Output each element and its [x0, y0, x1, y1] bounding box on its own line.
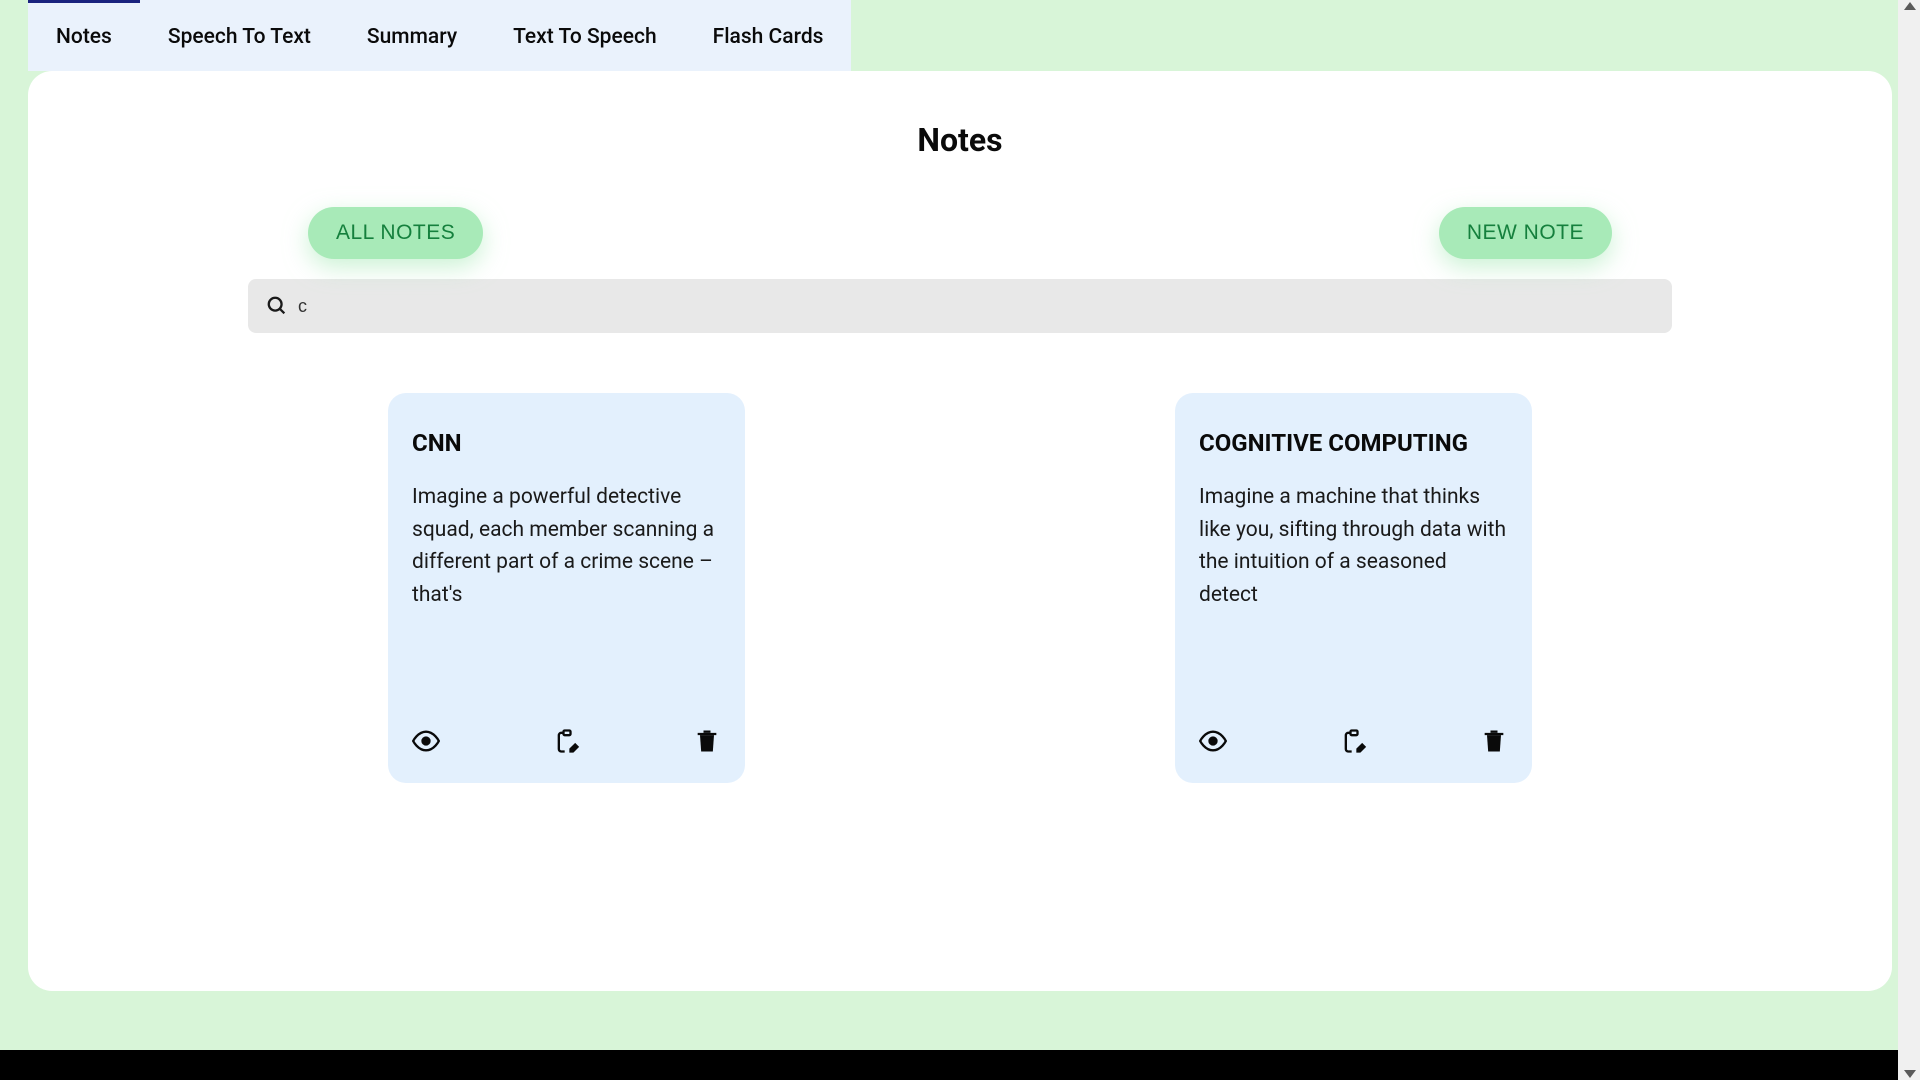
note-card-title: CNN: [412, 429, 721, 457]
search-input[interactable]: [298, 296, 1654, 317]
note-card: CNN Imagine a powerful detective squad, …: [388, 393, 745, 783]
tab-speech-to-text[interactable]: Speech To Text: [140, 0, 339, 71]
tab-notes[interactable]: Notes: [28, 0, 140, 71]
tab-flash-cards[interactable]: Flash Cards: [685, 0, 852, 71]
new-note-button[interactable]: NEW NOTE: [1439, 207, 1612, 259]
trash-icon[interactable]: [693, 727, 721, 755]
button-row: ALL NOTES NEW NOTE: [88, 207, 1832, 259]
note-card-body: Imagine a machine that thinks like you, …: [1199, 481, 1508, 703]
edit-clipboard-icon[interactable]: [553, 727, 581, 755]
scroll-up-icon[interactable]: [1904, 2, 1916, 10]
footer-bar: [0, 1050, 1920, 1080]
search-container[interactable]: [248, 279, 1672, 333]
tab-text-to-speech[interactable]: Text To Speech: [485, 0, 685, 71]
eye-icon[interactable]: [412, 727, 440, 755]
edit-clipboard-icon[interactable]: [1340, 727, 1368, 755]
trash-icon[interactable]: [1480, 727, 1508, 755]
scrollbar-track[interactable]: [1898, 0, 1920, 1080]
card-actions: [412, 727, 721, 755]
note-card-title: COGNITIVE COMPUTING: [1199, 429, 1508, 457]
eye-icon[interactable]: [1199, 727, 1227, 755]
page-title: Notes: [88, 121, 1832, 159]
all-notes-button[interactable]: ALL NOTES: [308, 207, 483, 259]
note-card: COGNITIVE COMPUTING Imagine a machine th…: [1175, 393, 1532, 783]
main-panel: Notes ALL NOTES NEW NOTE CNN Imagine a p…: [28, 71, 1892, 991]
tabs-container: Notes Speech To Text Summary Text To Spe…: [28, 0, 851, 71]
note-card-body: Imagine a powerful detective squad, each…: [412, 481, 721, 703]
scroll-down-icon[interactable]: [1904, 1070, 1916, 1078]
cards-row: CNN Imagine a powerful detective squad, …: [88, 393, 1832, 783]
card-actions: [1199, 727, 1508, 755]
page-wrapper: Notes Speech To Text Summary Text To Spe…: [0, 0, 1920, 1080]
tab-summary[interactable]: Summary: [339, 0, 485, 71]
search-icon: [266, 295, 288, 317]
